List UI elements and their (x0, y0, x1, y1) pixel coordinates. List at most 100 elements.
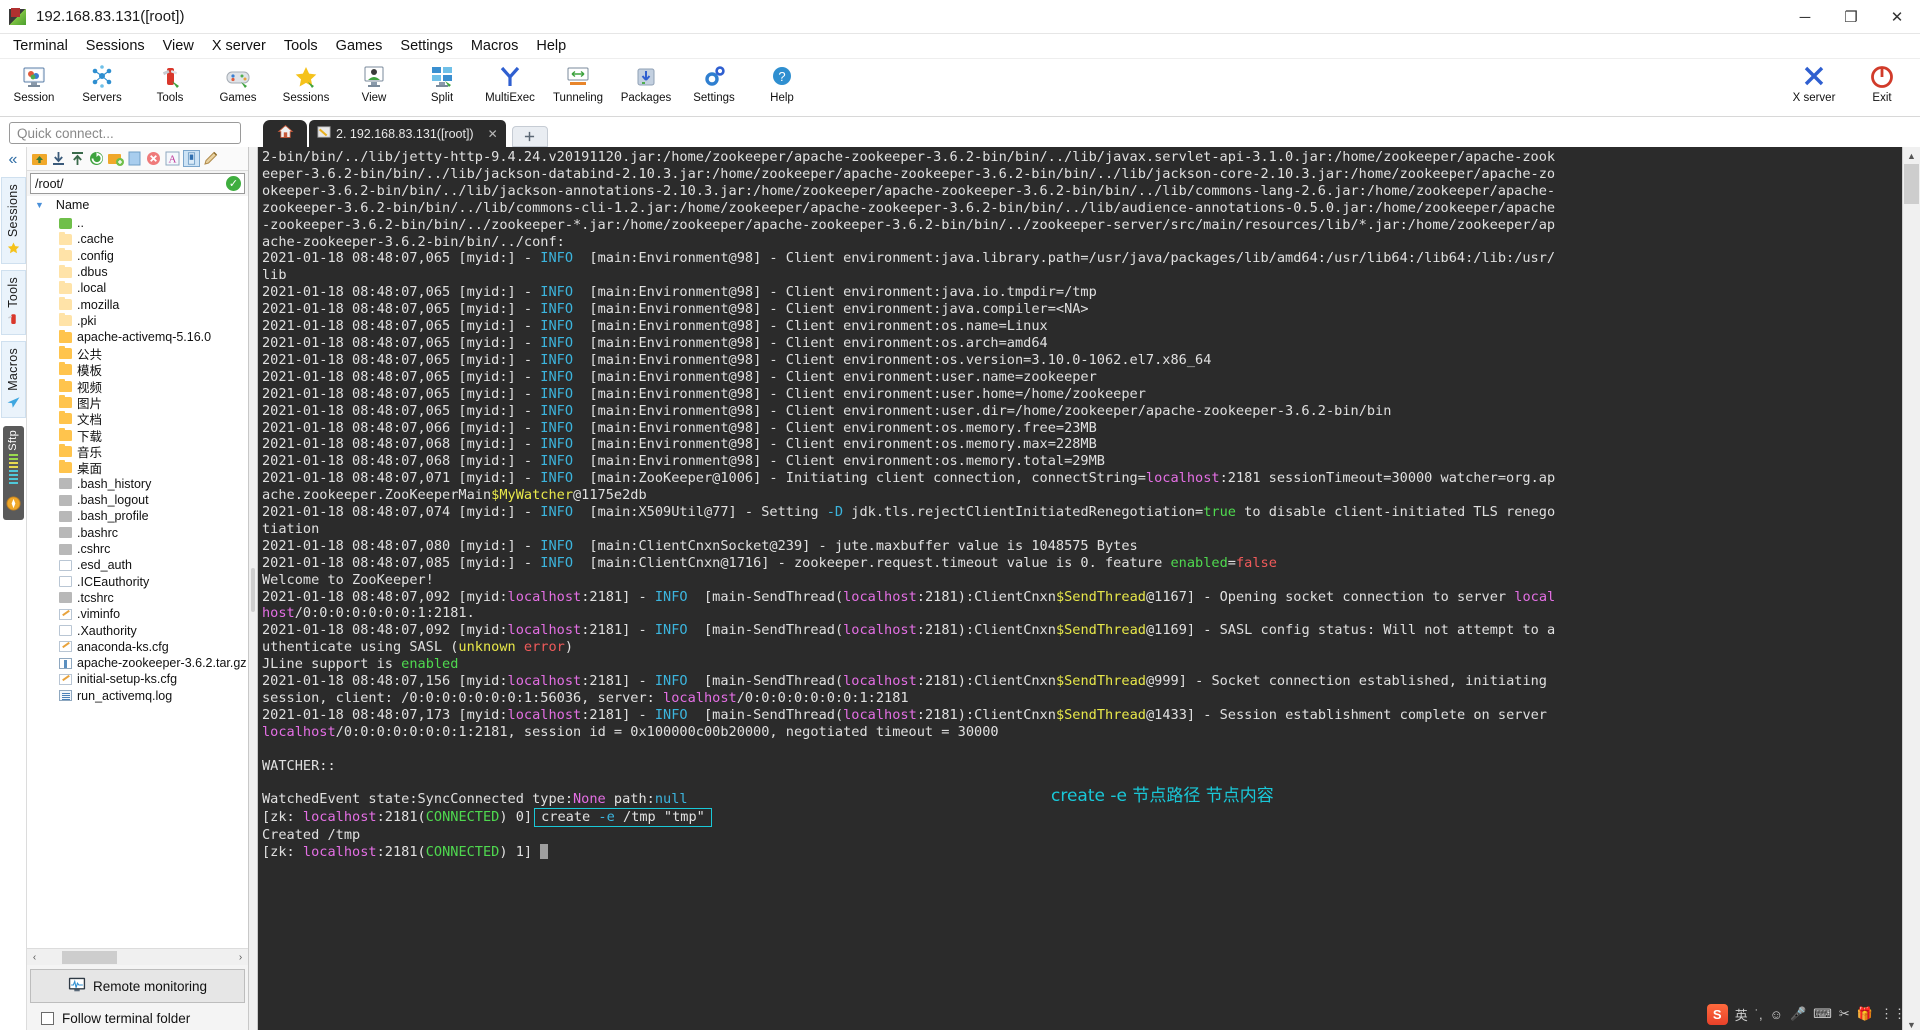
file-row[interactable]: 文档 (27, 411, 248, 427)
ime-gift-icon[interactable]: 🎁 (1857, 1006, 1873, 1022)
menu-sessions[interactable]: Sessions (77, 36, 154, 56)
rail-collapse-icon[interactable]: « (9, 151, 18, 169)
file-row[interactable]: .cache (27, 231, 248, 247)
toolbar-multiexec-button[interactable]: MultiExec (476, 61, 544, 104)
sftp-tab[interactable]: Sftp (2, 425, 24, 521)
file-row[interactable]: 桌面 (27, 459, 248, 476)
ime-toolbar[interactable]: S 英 ˙, ☺ 🎤 ⌨ ✂ 🎁 ⋮⋮ (1700, 1001, 1912, 1027)
file-row[interactable]: .viminfo (27, 606, 248, 622)
file-row[interactable]: .local (27, 280, 248, 296)
file-row[interactable]: .bash_logout (27, 492, 248, 508)
new-tab-button[interactable] (511, 126, 548, 147)
menu-terminal[interactable]: Terminal (4, 36, 77, 56)
typed-command-highlight[interactable]: create -e /tmp "tmp" (534, 808, 712, 828)
toolbar-split-button[interactable]: Split (408, 61, 476, 104)
rail-tools[interactable]: Tools (0, 270, 26, 335)
file-row[interactable]: .bashrc (27, 525, 248, 541)
toolbar-help-button[interactable]: ? Help (748, 61, 816, 104)
menu-settings[interactable]: Settings (391, 36, 461, 56)
ime-keyboard-icon[interactable]: ⌨ (1813, 1006, 1832, 1022)
toolbar-servers-button[interactable]: Servers (68, 61, 136, 104)
terminal-tab-close-icon[interactable]: ✕ (488, 127, 498, 141)
toolbar-games-button[interactable]: Games (204, 61, 272, 104)
toolbar-session-button[interactable]: Session (0, 61, 68, 104)
file-row[interactable]: anaconda-ks.cfg (27, 639, 248, 655)
hscroll-thumb[interactable] (62, 950, 117, 964)
file-row[interactable]: 图片 (27, 394, 248, 411)
hscroll-track[interactable] (42, 950, 233, 964)
ime-screenshot-icon[interactable]: ✂ (1839, 1006, 1850, 1022)
file-row[interactable]: .. (27, 215, 248, 231)
menu-games[interactable]: Games (327, 36, 392, 56)
file-row[interactable]: 公共 (27, 345, 248, 362)
follow-terminal-folder-checkbox[interactable] (41, 1011, 54, 1025)
menu-xserver[interactable]: X server (203, 36, 275, 56)
file-row[interactable]: 模板 (27, 362, 248, 378)
download-icon[interactable] (50, 150, 67, 167)
toolbar-tools-button[interactable]: Tools (136, 61, 204, 104)
file-row[interactable]: .tcshrc (27, 590, 248, 606)
ime-voice-icon[interactable]: 🎤 (1790, 1006, 1806, 1022)
file-row[interactable]: 音乐 (27, 443, 248, 460)
quick-connect-input[interactable]: Quick connect... (9, 122, 241, 144)
file-row[interactable]: .mozilla (27, 296, 248, 312)
upload-icon[interactable] (69, 150, 86, 167)
go-up-icon[interactable] (31, 150, 48, 167)
ime-emoji-icon[interactable]: ☺ (1770, 1007, 1783, 1022)
toolbar-settings-button[interactable]: Settings (680, 61, 748, 104)
terminal-tab[interactable]: 2. 192.168.83.131([root]) ✕ (309, 120, 506, 147)
terminal-scrollbar[interactable]: ▲ ▼ (1902, 147, 1920, 1030)
file-row[interactable]: apache-zookeeper-3.6.2.tar.gz (27, 655, 248, 671)
file-list[interactable]: ▼ Name .. .cache .config .dbus .local .mozill… (27, 196, 248, 948)
menu-help[interactable]: Help (527, 36, 575, 56)
file-row[interactable]: 视频 (27, 378, 248, 395)
file-row[interactable]: apache-activemq-5.16.0 (27, 329, 248, 345)
hscroll-right-arrow[interactable]: › (233, 952, 248, 963)
maximize-button[interactable]: ❐ (1828, 0, 1874, 34)
toolbar-xserver-button[interactable]: X server (1780, 61, 1848, 104)
file-row[interactable]: 下载 (27, 427, 248, 444)
toolbar-exit-button[interactable]: Exit (1848, 61, 1916, 104)
menu-macros[interactable]: Macros (462, 36, 528, 56)
edit-icon[interactable] (202, 150, 219, 167)
ime-lang-icon[interactable]: 英 (1735, 1005, 1748, 1024)
terminal-scroll-thumb[interactable] (1904, 164, 1919, 204)
terminal-output[interactable]: 2-bin/bin/../lib/jetty-http-9.4.24.v2019… (258, 147, 1902, 1030)
sogou-logo-icon[interactable]: S (1706, 1003, 1728, 1025)
file-row[interactable]: .bash_history (27, 476, 248, 492)
delete-icon[interactable] (145, 150, 162, 167)
file-row[interactable]: run_activemq.log (27, 688, 248, 704)
file-row[interactable]: .dbus (27, 264, 248, 280)
toolbar-sessions-button[interactable]: Sessions (272, 61, 340, 104)
toolbar-packages-button[interactable]: Packages (612, 61, 680, 104)
terminal-scroll-up[interactable]: ▲ (1903, 147, 1920, 164)
toolbar-tunneling-button[interactable]: Tunneling (544, 61, 612, 104)
file-list-header[interactable]: ▼ Name (27, 196, 248, 215)
browser-hscrollbar[interactable]: ‹ › (27, 948, 248, 965)
file-row[interactable]: .esd_auth (27, 557, 248, 573)
file-row[interactable]: .bash_profile (27, 508, 248, 524)
new-folder-icon[interactable] (107, 150, 124, 167)
refresh-icon[interactable] (88, 150, 105, 167)
ime-punct-icon[interactable]: ˙, (1755, 1007, 1763, 1022)
minimize-button[interactable]: ─ (1782, 0, 1828, 34)
file-row[interactable]: initial-setup-ks.cfg (27, 671, 248, 687)
file-row[interactable]: .cshrc (27, 541, 248, 557)
remote-monitoring-button[interactable]: Remote monitoring (30, 969, 245, 1003)
menu-tools[interactable]: Tools (275, 36, 327, 56)
rail-macros[interactable]: Macros (0, 340, 26, 418)
terminal-scroll-down[interactable]: ▼ (1903, 1016, 1920, 1030)
panel-splitter[interactable] (249, 147, 258, 1030)
menu-view[interactable]: View (154, 36, 203, 56)
file-row[interactable]: .ICEauthority (27, 574, 248, 590)
rail-sessions[interactable]: Sessions (0, 177, 26, 265)
close-button[interactable]: ✕ (1874, 0, 1920, 34)
file-mode-icon[interactable] (183, 150, 200, 167)
toolbar-view-button[interactable]: View (340, 61, 408, 104)
new-file-icon[interactable] (126, 150, 143, 167)
hscroll-left-arrow[interactable]: ‹ (27, 952, 42, 963)
text-mode-icon[interactable]: A (164, 150, 181, 167)
file-row[interactable]: .Xauthority (27, 622, 248, 638)
home-tab[interactable] (263, 120, 307, 147)
file-row[interactable]: .pki (27, 313, 248, 329)
